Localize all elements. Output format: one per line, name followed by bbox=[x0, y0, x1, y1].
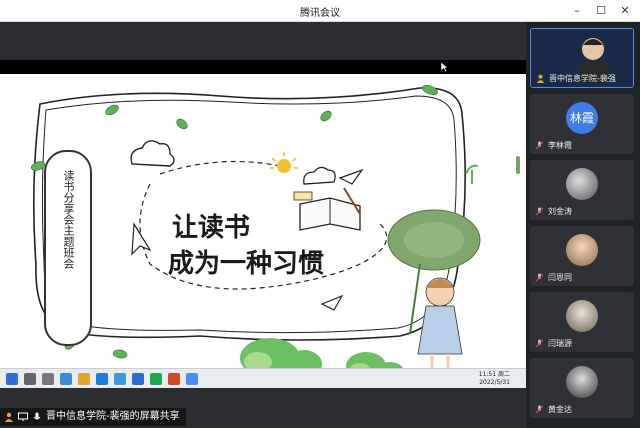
avatar bbox=[566, 300, 598, 332]
start-icon[interactable] bbox=[6, 373, 18, 385]
shared-screen-area: 让读书 成为一种习惯 读书分享会主题班会 ◀ ▶ ✎ ▦ ⚲ ⋯ 11:51 周… bbox=[0, 22, 526, 428]
share-label-text: 晋中信息学院-裴强的屏幕共享 bbox=[46, 411, 180, 422]
clock-time: 11:51 bbox=[478, 371, 497, 378]
mic-muted-icon bbox=[535, 141, 544, 150]
taskbar-clock[interactable]: 11:51 周二 2022/5/31 bbox=[479, 371, 510, 387]
maximize-button[interactable]: ☐ bbox=[592, 2, 610, 20]
explorer-icon[interactable] bbox=[78, 373, 90, 385]
taskview-icon[interactable] bbox=[42, 373, 54, 385]
vertical-title-text: 读书分享会主题班会 bbox=[62, 170, 75, 269]
meeting-icon[interactable] bbox=[186, 373, 198, 385]
top-gap bbox=[0, 22, 526, 60]
mic-muted-icon bbox=[535, 339, 544, 348]
user-icon bbox=[5, 412, 13, 422]
screen-top-bar bbox=[0, 60, 526, 74]
share-status-bar bbox=[0, 388, 526, 406]
windows-taskbar: 11:51 周二 2022/5/31 bbox=[0, 368, 526, 388]
powerpoint-icon[interactable] bbox=[168, 373, 180, 385]
window-title: 腾讯会议 bbox=[300, 8, 340, 19]
widgets-icon[interactable] bbox=[60, 373, 72, 385]
clock-date: 2022/5/31 bbox=[479, 379, 510, 386]
search-icon[interactable] bbox=[24, 373, 36, 385]
presentation-slide: 让读书 成为一种习惯 读书分享会主题班会 ◀ ▶ ✎ ▦ ⚲ ⋯ bbox=[0, 74, 526, 390]
headline-top: 让读书 bbox=[172, 213, 250, 243]
wechat-icon[interactable] bbox=[150, 373, 162, 385]
avatar bbox=[566, 168, 598, 200]
title-bar: 腾讯会议 – ☐ ✕ bbox=[0, 0, 640, 22]
participant-tile[interactable]: 闫瑞源 bbox=[530, 292, 634, 352]
participant-tile[interactable]: 黄金达 bbox=[530, 358, 634, 418]
mic-muted-icon bbox=[535, 207, 544, 216]
vertical-title-box: 读书分享会主题班会 bbox=[44, 150, 92, 346]
mic-muted-icon bbox=[535, 405, 544, 414]
participant-name: 闫恩同 bbox=[548, 273, 572, 282]
headline-bottom: 成为一种习惯 bbox=[168, 249, 324, 279]
participant-tile[interactable]: 刘金涛 bbox=[530, 160, 634, 220]
participant-name: 刘金涛 bbox=[548, 207, 572, 216]
close-button[interactable]: ✕ bbox=[616, 2, 634, 20]
avatar: 林霞 bbox=[566, 102, 598, 134]
screen-share-icon bbox=[18, 412, 28, 421]
microphone-icon bbox=[536, 74, 545, 83]
mic-muted-icon bbox=[535, 273, 544, 282]
store-icon[interactable] bbox=[114, 373, 126, 385]
minimize-button[interactable]: – bbox=[568, 2, 586, 20]
clock-weekday: 周二 bbox=[497, 371, 510, 378]
microphone-icon bbox=[33, 412, 41, 420]
slide-scroll-handle[interactable] bbox=[516, 156, 520, 174]
screen-share-label: 晋中信息学院-裴强的屏幕共享 bbox=[0, 408, 186, 426]
participant-name: 闫瑞源 bbox=[548, 339, 572, 348]
participant-tile[interactable]: 林霞 李林霞 bbox=[530, 94, 634, 154]
participant-name: 晋中信息学院-裴强 bbox=[549, 74, 616, 83]
avatar bbox=[566, 234, 598, 266]
avatar bbox=[566, 366, 598, 398]
participant-sidebar: 晋中信息学院-裴强 林霞 李林霞 刘金涛 闫恩同 闫瑞源 黄金达 bbox=[526, 22, 640, 428]
cursor-icon bbox=[440, 61, 449, 73]
participant-name: 李林霞 bbox=[548, 141, 572, 150]
participant-tile[interactable]: 闫恩同 bbox=[530, 226, 634, 286]
edge-icon[interactable] bbox=[96, 373, 108, 385]
word-icon[interactable] bbox=[132, 373, 144, 385]
participant-tile[interactable]: 晋中信息学院-裴强 bbox=[530, 28, 634, 88]
participant-name: 黄金达 bbox=[548, 405, 572, 414]
